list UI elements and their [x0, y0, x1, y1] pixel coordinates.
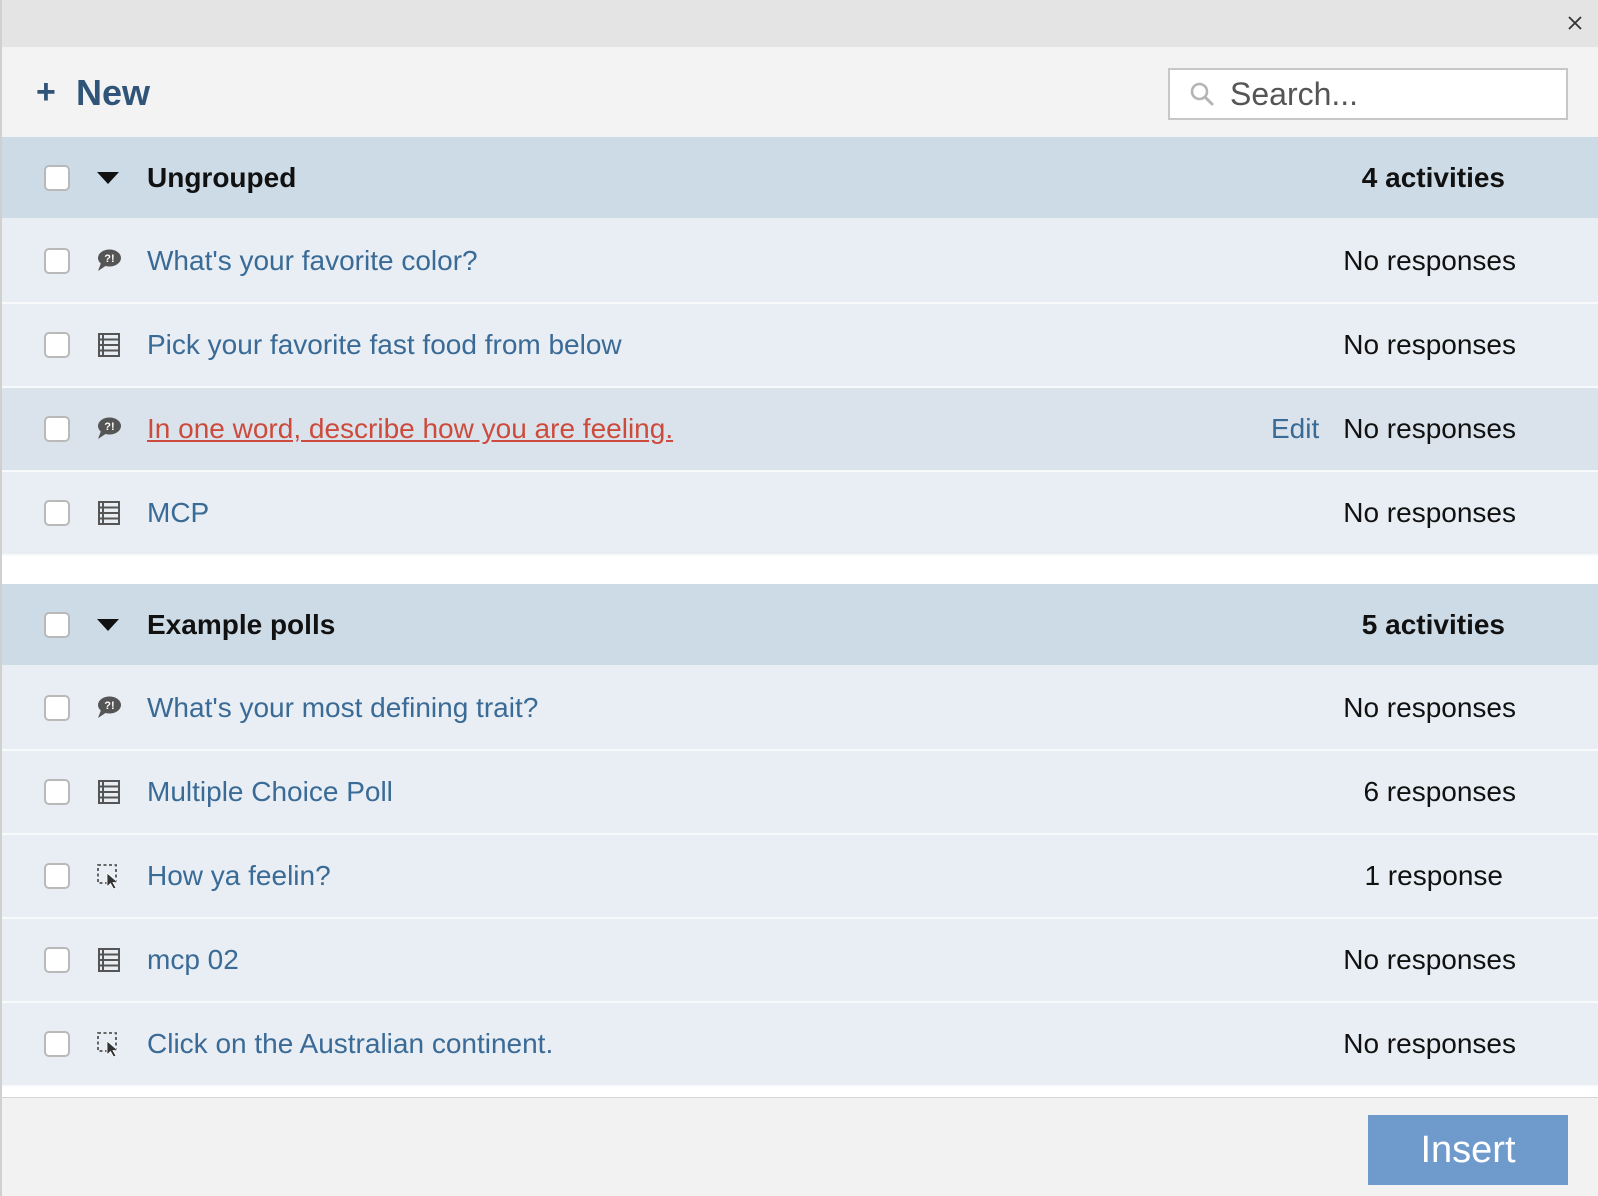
- speech-bubble-icon: ?!: [95, 247, 123, 275]
- activity-title-link[interactable]: What's your favorite color?: [147, 245, 478, 277]
- row-checkbox[interactable]: [44, 695, 70, 721]
- row-checkbox[interactable]: [44, 332, 70, 358]
- caret-down-icon[interactable]: [97, 618, 119, 631]
- group-activity-count: 5 activities: [1361, 608, 1505, 640]
- activity-title-link[interactable]: How ya feelin?: [147, 860, 331, 892]
- list-icon: [95, 946, 123, 974]
- caret-down-icon[interactable]: [97, 171, 119, 184]
- activity-row[interactable]: mcp 02 No responses: [2, 919, 1598, 1003]
- group-checkbox[interactable]: [44, 611, 70, 638]
- clickable-image-icon: [95, 862, 123, 890]
- activity-title-link[interactable]: Pick your favorite fast food from below: [147, 329, 622, 361]
- activity-picker-window: + New Ungrouped 4 activities ?!: [0, 0, 1598, 1196]
- activity-title-link[interactable]: Click on the Australian continent.: [147, 1028, 553, 1060]
- svg-text:?!: ?!: [104, 421, 114, 433]
- row-checkbox[interactable]: [44, 1031, 70, 1057]
- plus-icon: +: [36, 72, 56, 111]
- group-activity-count: 4 activities: [1361, 161, 1505, 193]
- clickable-image-icon: [95, 1030, 123, 1058]
- search-box[interactable]: [1168, 68, 1568, 120]
- response-count: No responses: [1343, 497, 1516, 528]
- group-title: Ungrouped: [147, 161, 297, 193]
- new-button[interactable]: + New: [36, 71, 150, 115]
- new-button-label: New: [76, 72, 151, 113]
- response-count: No responses: [1343, 329, 1516, 360]
- row-checkbox[interactable]: [44, 500, 70, 526]
- response-count: No responses: [1343, 1028, 1516, 1059]
- toolbar: + New: [0, 47, 1598, 137]
- activity-row[interactable]: How ya feelin? 1 response: [2, 835, 1598, 919]
- response-count: No responses: [1343, 692, 1516, 723]
- footer-bar: Insert: [0, 1097, 1598, 1196]
- search-icon: [1188, 80, 1216, 108]
- group-header-example-polls[interactable]: Example polls 5 activities: [2, 584, 1598, 667]
- edit-link[interactable]: Edit: [1271, 413, 1319, 445]
- activity-row[interactable]: MCP No responses: [2, 472, 1598, 556]
- activity-row[interactable]: Multiple Choice Poll 6 responses: [2, 751, 1598, 835]
- activity-title-link[interactable]: MCP: [147, 497, 209, 529]
- response-count: No responses: [1343, 944, 1516, 975]
- list-icon: [95, 778, 123, 806]
- activity-row[interactable]: ?! What's your favorite color? No respon…: [2, 220, 1598, 304]
- list-icon: [95, 499, 123, 527]
- response-count: No responses: [1343, 245, 1516, 276]
- activity-list: Ungrouped 4 activities ?! What's your fa…: [0, 137, 1598, 1097]
- response-count: 1 response: [1364, 860, 1503, 891]
- row-checkbox[interactable]: [44, 416, 70, 442]
- close-button[interactable]: [1564, 12, 1586, 34]
- speech-bubble-icon: ?!: [95, 415, 123, 443]
- activity-title-link[interactable]: What's your most defining trait?: [147, 692, 538, 724]
- group-checkbox[interactable]: [44, 164, 70, 191]
- activity-row[interactable]: ?! What's your most defining trait? No r…: [2, 667, 1598, 751]
- activity-title-link[interactable]: mcp 02: [147, 944, 239, 976]
- row-checkbox[interactable]: [44, 248, 70, 274]
- title-bar: [0, 0, 1598, 47]
- row-checkbox[interactable]: [44, 863, 70, 889]
- group-title: Example polls: [147, 608, 336, 640]
- activity-title-link[interactable]: Multiple Choice Poll: [147, 776, 393, 808]
- group-header-ungrouped[interactable]: Ungrouped 4 activities: [2, 137, 1598, 220]
- activity-row-hovered[interactable]: ?! In one word, describe how you are fee…: [2, 388, 1598, 472]
- speech-bubble-icon: ?!: [95, 694, 123, 722]
- row-checkbox[interactable]: [44, 779, 70, 805]
- row-checkbox[interactable]: [44, 947, 70, 973]
- close-icon: [1568, 16, 1582, 30]
- group-separator: [2, 556, 1598, 584]
- activity-row[interactable]: Pick your favorite fast food from below …: [2, 304, 1598, 388]
- search-input[interactable]: [1230, 75, 1550, 113]
- svg-text:?!: ?!: [104, 700, 114, 712]
- response-count: No responses: [1343, 413, 1516, 444]
- activity-row[interactable]: Click on the Australian continent. No re…: [2, 1003, 1598, 1087]
- response-count: 6 responses: [1363, 776, 1516, 807]
- list-icon: [95, 331, 123, 359]
- svg-text:?!: ?!: [104, 253, 114, 265]
- activity-title-link[interactable]: In one word, describe how you are feelin…: [147, 413, 673, 445]
- insert-button[interactable]: Insert: [1368, 1115, 1568, 1185]
